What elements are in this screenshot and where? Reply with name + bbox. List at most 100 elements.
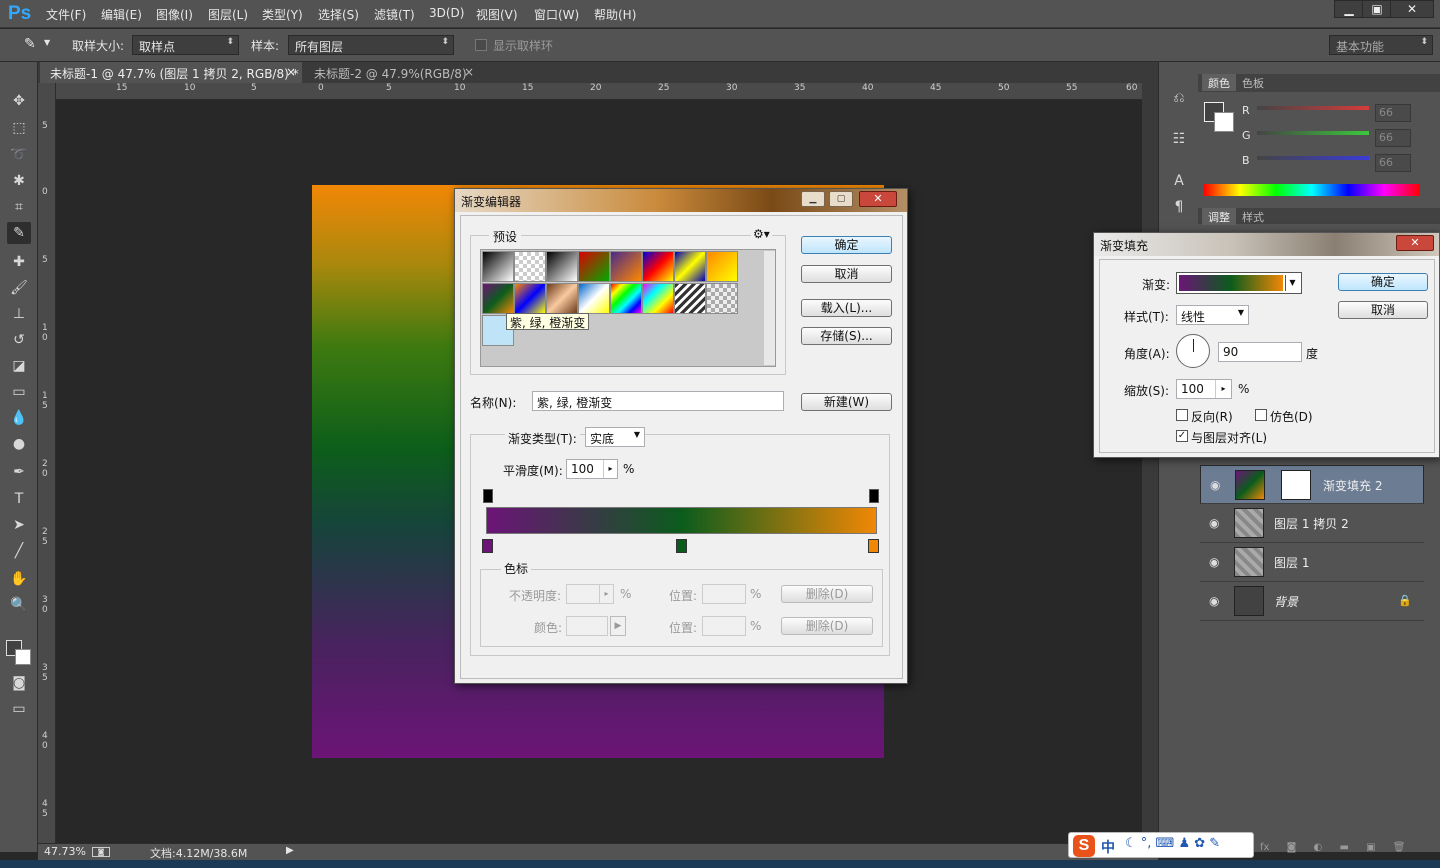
- menu-window[interactable]: 窗口(W): [534, 6, 579, 23]
- channel-r-slider[interactable]: [1257, 106, 1369, 110]
- sogou-logo-icon[interactable]: S: [1073, 835, 1095, 857]
- path-select-tool-icon[interactable]: ➤: [7, 514, 31, 536]
- paragraph-panel-icon[interactable]: ¶: [1167, 196, 1191, 218]
- menu-edit[interactable]: 编辑(E): [101, 6, 142, 23]
- eye-icon[interactable]: ◉: [1209, 594, 1219, 608]
- type-tool-icon[interactable]: T: [7, 488, 31, 510]
- preset-swatch[interactable]: [514, 283, 546, 314]
- eye-icon[interactable]: ◉: [1209, 516, 1219, 530]
- pen-tool-icon[interactable]: ✒: [7, 461, 31, 483]
- stepper-arrow-icon[interactable]: ▸: [603, 460, 617, 478]
- dialog-close-button[interactable]: ✕: [1396, 235, 1434, 251]
- hand-tool-icon[interactable]: ✋: [7, 568, 31, 590]
- channel-b-value[interactable]: 66: [1375, 154, 1411, 172]
- dropdown-arrow-icon[interactable]: ▼: [1285, 275, 1299, 291]
- channel-g-slider[interactable]: [1257, 131, 1369, 135]
- move-tool-icon[interactable]: ✥: [7, 90, 31, 112]
- preset-swatch[interactable]: [674, 251, 706, 282]
- scale-field[interactable]: 100 ▸: [1176, 379, 1232, 399]
- cancel-button[interactable]: 取消: [801, 265, 892, 283]
- ok-button[interactable]: 确定: [801, 236, 892, 254]
- stepper-arrow-icon[interactable]: ▸: [599, 585, 613, 603]
- stamp-tool-icon[interactable]: ⊥: [7, 303, 31, 325]
- screen-mode-icon[interactable]: ▭: [7, 698, 31, 720]
- eraser-tool-icon[interactable]: ◪: [7, 355, 31, 377]
- preset-swatch[interactable]: [546, 251, 578, 282]
- ime-lang[interactable]: 中: [1101, 837, 1115, 857]
- background-color-swatch[interactable]: [15, 649, 31, 665]
- style-select[interactable]: 线性 ▼: [1176, 305, 1249, 325]
- delete-opacity-stop-button[interactable]: 删除(D): [781, 585, 873, 603]
- history-brush-tool-icon[interactable]: ↺: [7, 329, 31, 351]
- opacity-stop-left[interactable]: [483, 489, 493, 503]
- menu-select[interactable]: 选择(S): [318, 6, 359, 23]
- preset-swatch[interactable]: [514, 251, 546, 282]
- menu-type[interactable]: 类型(Y): [262, 6, 303, 23]
- new-button[interactable]: 新建(W): [801, 393, 892, 411]
- presets-scrollbar[interactable]: [764, 251, 775, 365]
- load-button[interactable]: 载入(L)...: [801, 299, 892, 317]
- preset-swatch[interactable]: [642, 283, 674, 314]
- adjustment-icon[interactable]: ◐: [1314, 842, 1323, 853]
- reverse-checkbox[interactable]: [1176, 409, 1188, 421]
- zoom-level[interactable]: 47.73%: [44, 845, 86, 858]
- delete-color-stop-button[interactable]: 删除(D): [781, 617, 873, 635]
- color-stop-orange[interactable]: [868, 539, 879, 553]
- dialog-maximize-button[interactable]: ▢: [829, 191, 853, 207]
- preset-swatch[interactable]: [546, 283, 578, 314]
- quick-mask-icon[interactable]: ◙: [7, 672, 31, 694]
- tab-adjustments[interactable]: 调整: [1202, 208, 1236, 225]
- fill-cancel-button[interactable]: 取消: [1338, 301, 1428, 319]
- menu-help[interactable]: 帮助(H): [594, 6, 636, 23]
- tab-untitled-2[interactable]: 未标题-2 @ 47.9%(RGB/8) ×: [304, 62, 480, 83]
- tab-close-icon[interactable]: ×: [464, 65, 474, 79]
- preset-swatch[interactable]: [610, 251, 642, 282]
- color-field[interactable]: [566, 616, 608, 636]
- presets-gear-icon[interactable]: ⚙▾: [751, 227, 772, 241]
- menu-3d[interactable]: 3D(D): [429, 6, 464, 20]
- folder-icon[interactable]: ▬: [1339, 842, 1348, 853]
- eye-icon[interactable]: ◉: [1209, 555, 1219, 569]
- menu-layer[interactable]: 图层(L): [208, 6, 248, 23]
- align-checkbox[interactable]: ✓: [1176, 430, 1188, 442]
- history-panel-icon[interactable]: ⎌: [1167, 87, 1191, 109]
- opacity-stop-right[interactable]: [869, 489, 879, 503]
- color-spectrum-bar[interactable]: [1204, 184, 1420, 196]
- channel-b-slider[interactable]: [1257, 156, 1369, 160]
- fx-icon[interactable]: fx: [1260, 842, 1269, 853]
- channel-r-value[interactable]: 66: [1375, 104, 1411, 122]
- sample-size-select[interactable]: 取样点 ⬍: [132, 35, 239, 55]
- menu-view[interactable]: 视图(V): [476, 6, 518, 23]
- dialog-minimize-button[interactable]: ▁: [801, 191, 825, 207]
- layer-row-background[interactable]: ◉ 背景 🔒: [1200, 582, 1424, 621]
- eye-icon[interactable]: ◉: [1210, 478, 1220, 492]
- menu-filter[interactable]: 滤镜(T): [374, 6, 415, 23]
- tool-preset-chevron-icon[interactable]: ▼: [44, 38, 50, 47]
- preset-swatch[interactable]: [578, 251, 610, 282]
- vertical-scrollbar[interactable]: [1142, 83, 1158, 853]
- lasso-tool-icon[interactable]: ➰: [7, 144, 31, 166]
- dialog-titlebar[interactable]: 渐变编辑器 ▁ ▢ ✕: [455, 189, 907, 212]
- trash-icon[interactable]: 🗑: [1393, 842, 1406, 853]
- tab-swatches[interactable]: 色板: [1236, 74, 1270, 91]
- panel-background-swatch[interactable]: [1214, 112, 1234, 132]
- layer-row-gradient-fill[interactable]: ◉ 渐变填充 2: [1200, 465, 1424, 504]
- fill-ok-button[interactable]: 确定: [1338, 273, 1428, 291]
- gradient-tool-icon[interactable]: ▭: [7, 381, 31, 403]
- dither-checkbox[interactable]: [1255, 409, 1267, 421]
- dialog-titlebar[interactable]: 渐变填充 ✕: [1094, 233, 1439, 256]
- healing-brush-tool-icon[interactable]: ✚: [7, 251, 31, 273]
- opacity-position-field[interactable]: [702, 584, 746, 604]
- show-ring-checkbox[interactable]: [475, 39, 487, 51]
- new-layer-icon[interactable]: ▣: [1366, 842, 1375, 853]
- menu-image[interactable]: 图像(I): [156, 6, 193, 23]
- gradient-picker[interactable]: ▼: [1176, 272, 1302, 294]
- layer-row-layer-1[interactable]: ◉ 图层 1: [1200, 543, 1424, 582]
- workspace-select[interactable]: 基本功能 ⬍: [1329, 35, 1433, 55]
- preset-swatch[interactable]: [610, 283, 642, 314]
- preset-swatch[interactable]: [674, 283, 706, 314]
- maximize-button[interactable]: ▣: [1362, 0, 1392, 18]
- preset-swatch[interactable]: [642, 251, 674, 282]
- tab-close-icon[interactable]: ×: [286, 65, 296, 79]
- tab-styles[interactable]: 样式: [1236, 208, 1270, 225]
